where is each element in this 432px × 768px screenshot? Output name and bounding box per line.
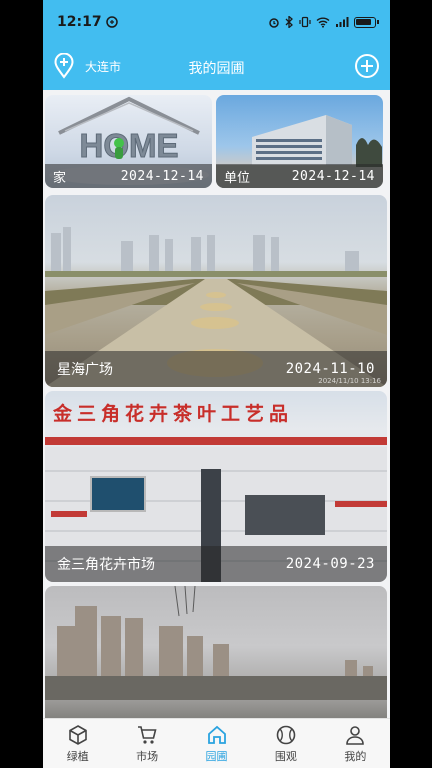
person-icon — [346, 725, 365, 745]
signal-icon — [336, 17, 349, 27]
status-time-group: 12:17 — [57, 14, 268, 30]
status-time: 12:17 — [57, 14, 102, 30]
card-date: 2024-11-10 — [285, 361, 375, 377]
bottom-tab-bar: 绿植 市场 园圃 围观 我的 — [43, 718, 390, 768]
tab-garden[interactable]: 园圃 — [182, 719, 251, 768]
tab-label: 园圃 — [205, 749, 228, 763]
card-date: 2024-09-23 — [285, 556, 375, 572]
add-button[interactable] — [354, 53, 380, 83]
garden-card-office[interactable]: 单位 2024-12-14 — [216, 95, 383, 188]
tab-label: 绿植 — [66, 749, 89, 763]
card-title: 单位 — [224, 170, 251, 186]
plus-circle-icon — [355, 54, 379, 78]
status-icons — [268, 16, 379, 28]
location-pin-icon — [54, 53, 74, 79]
tab-label: 围观 — [274, 749, 297, 763]
battery-icon — [354, 16, 379, 28]
card-title: 家 — [53, 170, 67, 186]
city-label: 大连市 — [85, 59, 122, 74]
garden-list: HOME 家 2024-12-14 单位 2024-12-14 星海广场 202… — [43, 90, 390, 718]
location-selector[interactable]: 大连市 — [53, 53, 121, 79]
cube-icon — [68, 724, 87, 745]
bluetooth-icon — [285, 16, 293, 28]
market-sign: 金三角花卉茶叶工艺品 — [53, 403, 294, 425]
card-title: 星海广场 — [57, 362, 113, 378]
notification-icon — [105, 16, 118, 28]
card-title: 金三角花卉市场 — [57, 557, 155, 573]
card-date: 2024-12-14 — [291, 168, 375, 184]
card-caption: 家 2024-12-14 — [45, 164, 212, 188]
vibrate-icon — [299, 16, 311, 28]
app-screen: 12:17 大连市 我的园圃 HOME 家 2024-12-14 单位 2024… — [43, 0, 390, 768]
tab-watch[interactable]: 围观 — [251, 719, 320, 768]
garden-card-home[interactable]: HOME 家 2024-12-14 — [45, 95, 212, 188]
card-caption: 金三角花卉市场 2024-09-23 — [45, 546, 387, 582]
home-photo-text: HOME — [80, 127, 179, 164]
ball-icon — [276, 725, 296, 744]
tab-label: 市场 — [136, 749, 159, 763]
tab-plants[interactable]: 绿植 — [43, 719, 112, 768]
garden-card-flower-market[interactable]: 金三角花卉茶叶工艺品 金三角花卉市场 2024-09-23 — [45, 391, 387, 582]
city-photo — [45, 586, 387, 700]
wifi-icon — [316, 17, 330, 28]
alarm-icon — [269, 18, 279, 28]
cart-icon — [138, 725, 157, 744]
garden-card-city[interactable] — [45, 586, 387, 718]
status-bar: 12:17 — [43, 0, 390, 44]
garden-card-xinghai-square[interactable]: 星海广场 2024-11-10 2024/11/10 13:16 — [45, 195, 387, 387]
card-caption: 单位 2024-12-14 — [216, 164, 383, 188]
app-header: 大连市 我的园圃 — [43, 44, 390, 90]
tab-mine[interactable]: 我的 — [321, 719, 390, 768]
home-icon — [207, 725, 226, 744]
tab-label: 我的 — [344, 749, 367, 763]
tab-market[interactable]: 市场 — [112, 719, 181, 768]
card-date: 2024-12-14 — [120, 168, 204, 184]
photo-watermark: 2024/11/10 13:16 — [318, 377, 381, 385]
